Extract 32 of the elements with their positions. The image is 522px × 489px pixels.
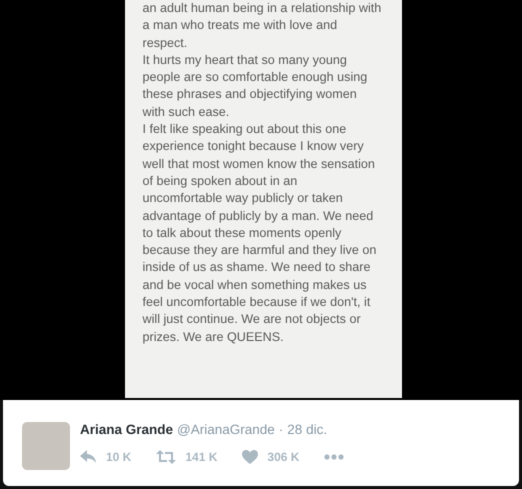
note-line: inside of us as shame. We need to share bbox=[142, 259, 370, 276]
note-line: with such ease. bbox=[142, 104, 230, 121]
note-line: of being spoken about in an bbox=[142, 172, 298, 190]
tweet-date[interactable]: 28 dic. bbox=[287, 422, 328, 437]
note-line: prizes. We are QUEENS. bbox=[142, 328, 284, 346]
action-count: 306 K bbox=[267, 450, 300, 464]
note-line: an adult human being in a relationship with bbox=[142, 0, 382, 17]
note-line: respect. bbox=[142, 34, 188, 52]
separator-dot: · bbox=[278, 422, 284, 437]
heart-icon[interactable] bbox=[242, 450, 258, 464]
note-line: uncomfortable way publicly or taken bbox=[142, 190, 343, 208]
note-line: It hurts my heart that so many young bbox=[142, 52, 347, 69]
note-line: and be vocal when something makes us bbox=[142, 276, 367, 294]
action-count: 141 K bbox=[185, 450, 218, 464]
more-icon[interactable] bbox=[324, 454, 344, 460]
note-line: feel uncomfortable because if we don't, it bbox=[142, 294, 370, 312]
note-line: to talk about these moments openly bbox=[142, 224, 342, 242]
note-line: because they are harmful and they live on bbox=[142, 242, 376, 260]
note-line: advantage of publicly by a man. We need bbox=[142, 208, 374, 225]
retweet-icon[interactable] bbox=[156, 450, 176, 464]
note-line: experience tonight because I know very bbox=[142, 138, 364, 156]
avatar-photo-placeholder[interactable] bbox=[22, 422, 70, 470]
note-line: these phrases and objectifying women bbox=[142, 86, 357, 104]
note-line: will just continue. We are not objects or bbox=[142, 311, 361, 328]
action-count: 10 K bbox=[106, 450, 132, 464]
reply-icon[interactable] bbox=[80, 450, 97, 464]
author-name[interactable]: Ariana Grande bbox=[80, 422, 174, 437]
note-line: well that most women know the sensation bbox=[142, 156, 375, 173]
note-line: people are so comfortable enough using bbox=[142, 69, 368, 86]
author-handle[interactable]: @ArianaGrande bbox=[177, 422, 275, 437]
note-line: I felt like speaking out about this one bbox=[142, 121, 346, 138]
note-line: a man who treats me with love and bbox=[142, 17, 338, 34]
